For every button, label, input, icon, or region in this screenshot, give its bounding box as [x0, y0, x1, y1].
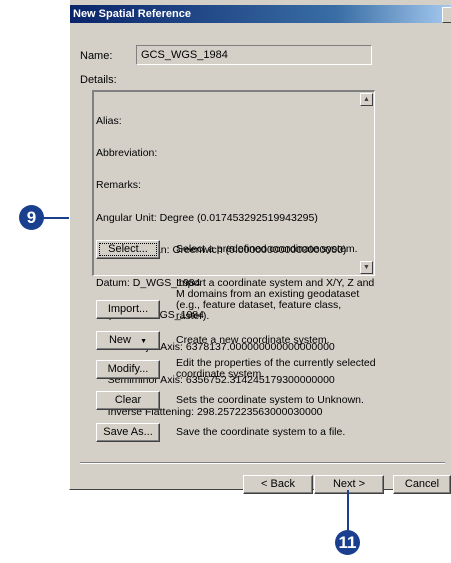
callout-11: 11 — [335, 530, 360, 555]
new-spatial-reference-dialog: New Spatial Reference Name: GCS_WGS_1984… — [69, 0, 451, 494]
scroll-up-button[interactable]: ▲ — [360, 93, 373, 106]
select-button-label: Select... — [108, 243, 148, 255]
name-label: Name: — [80, 50, 113, 62]
callout-9: 9 — [19, 205, 44, 230]
new-button-label: New — [108, 334, 131, 346]
save-as-button-label: Save As... — [103, 426, 153, 438]
new-button[interactable]: New ▼ — [96, 331, 160, 350]
cancel-button-label: Cancel — [404, 478, 440, 490]
clear-button[interactable]: Clear — [96, 391, 160, 410]
save-as-button[interactable]: Save As... — [96, 423, 160, 442]
name-field[interactable]: GCS_WGS_1984 — [136, 45, 372, 65]
back-button-label: < Back — [261, 478, 295, 490]
save-as-description: Save the coordinate system to a file. — [176, 426, 346, 438]
new-description: Create a new coordinate system. — [176, 334, 330, 346]
close-button[interactable] — [442, 7, 451, 23]
callout-line-11 — [347, 490, 349, 532]
details-line: Alias: — [96, 114, 122, 127]
cancel-button[interactable]: Cancel — [393, 475, 451, 494]
modify-description: Edit the properties of the currently sel… — [176, 357, 376, 380]
details-text: Alias: Abbreviation: Remarks: Angular Un… — [96, 94, 356, 440]
modify-button[interactable]: Modify... — [96, 360, 160, 379]
next-button[interactable]: Next > — [314, 475, 384, 494]
import-description: Import a coordinate system and X/Y, Z an… — [176, 277, 375, 322]
next-button-label: Next > — [332, 478, 366, 490]
details-line: Abbreviation: — [96, 146, 158, 159]
window-title: New Spatial Reference — [73, 8, 191, 20]
modify-button-label: Modify... — [107, 363, 149, 375]
title-bar: New Spatial Reference — [70, 5, 451, 23]
separator — [80, 462, 445, 464]
details-line: Remarks: — [96, 179, 141, 192]
scroll-down-button[interactable]: ▼ — [360, 261, 373, 274]
import-button-label: Import... — [107, 303, 149, 315]
clear-button-label: Clear — [114, 394, 142, 406]
select-description: Select a predefined coordinate system. — [176, 243, 358, 255]
details-label: Details: — [80, 74, 117, 86]
dropdown-arrow-icon: ▼ — [140, 338, 147, 345]
import-button[interactable]: Import... — [96, 300, 160, 319]
details-line: Angular Unit: Degree (0.0174532925199432… — [96, 211, 318, 224]
clear-description: Sets the coordinate system to Unknown. — [176, 394, 364, 406]
back-button[interactable]: < Back — [243, 475, 313, 494]
select-button[interactable]: Select... — [96, 240, 160, 259]
